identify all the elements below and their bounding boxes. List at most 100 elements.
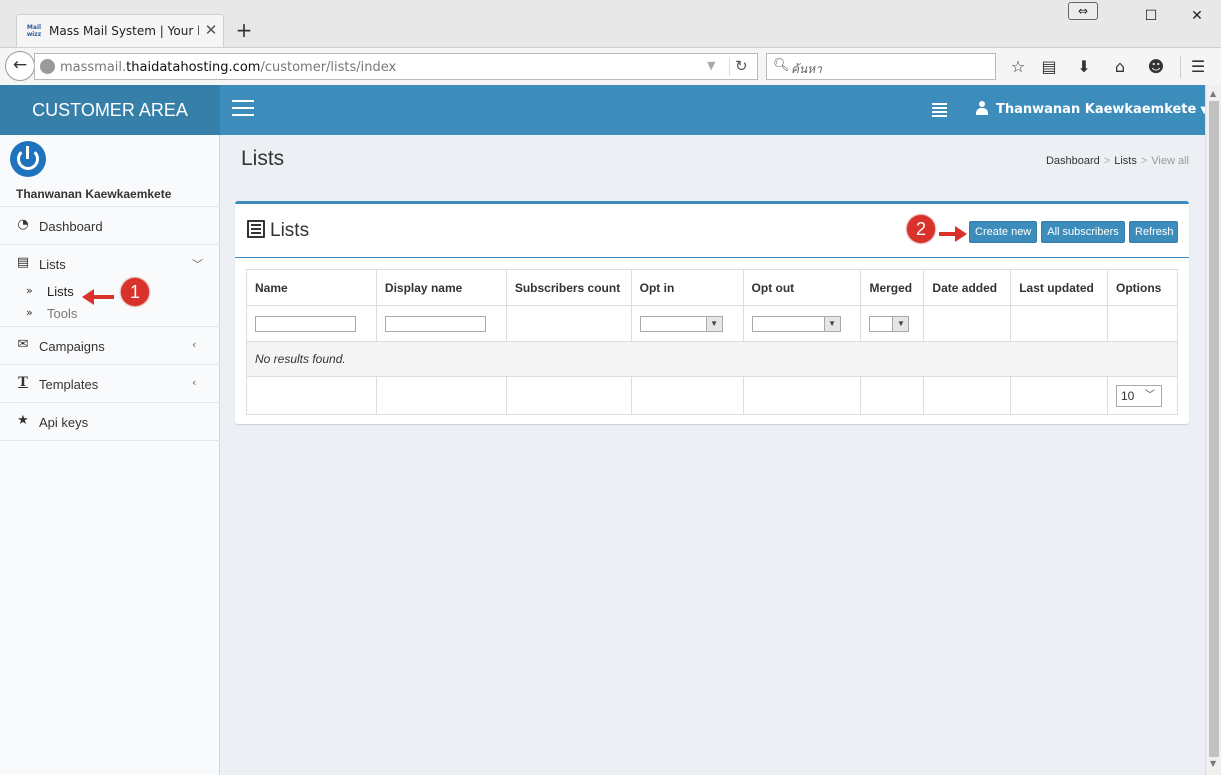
tab-title: Mass Mail System | Your li... <box>49 24 199 38</box>
chevron-down-icon: ▼ <box>823 316 840 331</box>
browser-chrome: Mail wizz Mass Mail System | Your li... ✕… <box>0 0 1221 85</box>
opt-out-filter-select[interactable]: ▼ <box>751 315 841 332</box>
chevron-left-icon: ‹ <box>192 376 197 389</box>
download-icon[interactable]: ⬇ <box>1074 57 1094 77</box>
sidebar-subitem-label: Tools <box>47 306 78 321</box>
user-icon <box>976 101 988 115</box>
column-header-opt-out[interactable]: Opt out <box>742 269 862 306</box>
sidebar-item-templates[interactable]: T Templates ‹ <box>0 364 220 402</box>
merged-filter-select[interactable]: ▼ <box>869 315 910 332</box>
user-menu-name: Thanwanan Kaewkaemkete <box>996 102 1197 117</box>
chevron-down-icon: ﹀ <box>192 258 203 271</box>
breadcrumb-dashboard[interactable]: Dashboard <box>1046 155 1100 167</box>
sidebar: Thanwanan Kaewkaemkete ◔ Dashboard ▤ Lis… <box>0 135 220 775</box>
lists-table: Name Display name Subscribers count Opt … <box>246 269 1178 415</box>
table-header-row: Name Display name Subscribers count Opt … <box>246 269 1178 306</box>
smiley-icon[interactable]: ☻ <box>1146 57 1166 77</box>
breadcrumb: Dashboard > Lists > View all <box>1045 155 1189 167</box>
url-dropdown-icon[interactable]: ▼ <box>707 59 715 72</box>
column-header-merged[interactable]: Merged <box>860 269 925 306</box>
search-bar[interactable]: 🔍︎ ค้นหา <box>766 53 996 80</box>
list-icon <box>247 220 265 238</box>
sidebar-subitem-label: Lists <box>47 284 74 299</box>
annotation-badge-2: 2 <box>907 215 935 243</box>
sidebar-user-name: Thanwanan Kaewkaemkete <box>16 187 172 201</box>
breadcrumb-lists[interactable]: Lists <box>1114 155 1137 167</box>
page-scrollbar[interactable]: ▲ ▼ <box>1205 85 1221 775</box>
app-logo[interactable]: CUSTOMER AREA <box>0 85 220 135</box>
sidebar-item-label: Templates <box>39 377 99 392</box>
column-header-date-added[interactable]: Date added <box>923 269 1012 306</box>
notifications-list-icon[interactable] <box>932 103 947 117</box>
column-header-subscribers-count[interactable]: Subscribers count <box>505 269 632 306</box>
annotation-arrow-1 <box>82 289 114 305</box>
sidebar-item-label: Campaigns <box>39 339 105 354</box>
search-icon: 🔍︎ <box>773 58 790 73</box>
text-icon: T <box>18 375 28 390</box>
box-title: Lists <box>270 220 310 241</box>
content-header: Lists Dashboard > Lists > View all <box>220 135 1205 181</box>
window-maximize-button[interactable]: ☐ <box>1136 6 1166 26</box>
sidebar-subitem-tools[interactable]: » Tools <box>0 303 220 325</box>
tab-close-icon[interactable]: ✕ <box>203 22 219 38</box>
page-title: Lists <box>241 147 285 170</box>
page-size-select[interactable]: 10 ﹀ <box>1116 384 1162 407</box>
chevron-down-icon: ▼ <box>705 316 722 331</box>
scroll-up-icon[interactable]: ▲ <box>1210 89 1216 98</box>
display-name-filter-input[interactable] <box>384 315 486 332</box>
table-footer-row: 10 ﹀ <box>246 376 1178 415</box>
reading-list-icon[interactable]: ▤ <box>1039 57 1059 77</box>
create-new-button[interactable]: Create new <box>969 221 1037 243</box>
menu-icon[interactable]: ☰ <box>1188 57 1208 77</box>
globe-icon <box>40 59 55 74</box>
no-results-message: No results found. <box>246 341 1178 377</box>
filter-row: ▼ ▼ ▼ <box>246 305 1178 342</box>
sidebar-item-campaigns[interactable]: ✉ Campaigns ‹ <box>0 326 220 364</box>
power-logo-icon <box>10 141 46 177</box>
all-subscribers-button[interactable]: All subscribers <box>1041 221 1125 243</box>
list-icon: ▤ <box>16 255 30 270</box>
user-menu[interactable]: Thanwanan Kaewkaemkete ▼ <box>976 101 1205 117</box>
sidebar-toggle-icon[interactable] <box>232 100 254 118</box>
browser-tab[interactable]: Mail wizz Mass Mail System | Your li... ✕ <box>16 14 224 47</box>
window-resize-icon[interactable]: ⇔ <box>1068 2 1098 20</box>
double-chevron-right-icon: » <box>26 306 33 319</box>
star-icon: ★ <box>17 413 29 428</box>
envelope-icon: ✉ <box>17 337 29 352</box>
window-close-button[interactable]: ✕ <box>1182 6 1212 26</box>
chevron-down-icon: ﹀ <box>1145 389 1155 401</box>
reload-icon[interactable]: ↻ <box>735 57 748 75</box>
sidebar-item-label: Api keys <box>39 415 89 430</box>
breadcrumb-view-all: View all <box>1151 155 1189 167</box>
column-header-opt-in[interactable]: Opt in <box>630 269 744 306</box>
new-tab-button[interactable]: + <box>234 20 254 40</box>
favicon-icon: Mail wizz <box>26 24 42 38</box>
home-icon[interactable]: ⌂ <box>1110 57 1130 77</box>
top-header: Thanwanan Kaewkaemkete ▼ <box>220 85 1205 135</box>
sidebar-item-dashboard[interactable]: ◔ Dashboard <box>0 206 220 244</box>
name-filter-input[interactable] <box>255 315 356 332</box>
column-header-name[interactable]: Name <box>246 269 377 306</box>
column-header-display-name[interactable]: Display name <box>375 269 507 306</box>
column-header-last-updated[interactable]: Last updated <box>1010 269 1108 306</box>
back-button[interactable]: ← <box>5 51 35 81</box>
double-chevron-right-icon: » <box>26 284 33 297</box>
lists-box: Lists 2 Create new All subscribers Refre… <box>235 201 1189 424</box>
address-bar[interactable]: massmail.thaidatahosting.com/customer/li… <box>34 53 758 80</box>
url-separator <box>729 57 730 76</box>
column-header-options: Options <box>1107 269 1178 306</box>
annotation-arrow-2 <box>939 226 967 242</box>
sidebar-item-label: Lists <box>39 257 66 272</box>
sidebar-divider <box>0 440 220 441</box>
refresh-button[interactable]: Refresh <box>1129 221 1178 243</box>
bookmark-star-icon[interactable]: ☆ <box>1008 57 1028 77</box>
chevron-left-icon: ‹ <box>192 338 197 351</box>
url-text[interactable]: massmail.thaidatahosting.com/customer/li… <box>60 60 396 75</box>
scroll-thumb[interactable] <box>1209 101 1219 757</box>
web-page: CUSTOMER AREA Thanwanan Kaewkaemkete ▼ Th… <box>0 85 1205 775</box>
opt-in-filter-select[interactable]: ▼ <box>639 315 723 332</box>
box-header: Lists 2 Create new All subscribers Refre… <box>235 204 1189 258</box>
scroll-down-icon[interactable]: ▼ <box>1210 759 1216 768</box>
sidebar-item-api-keys[interactable]: ★ Api keys <box>0 402 220 440</box>
chevron-down-icon: ▼ <box>892 316 909 331</box>
